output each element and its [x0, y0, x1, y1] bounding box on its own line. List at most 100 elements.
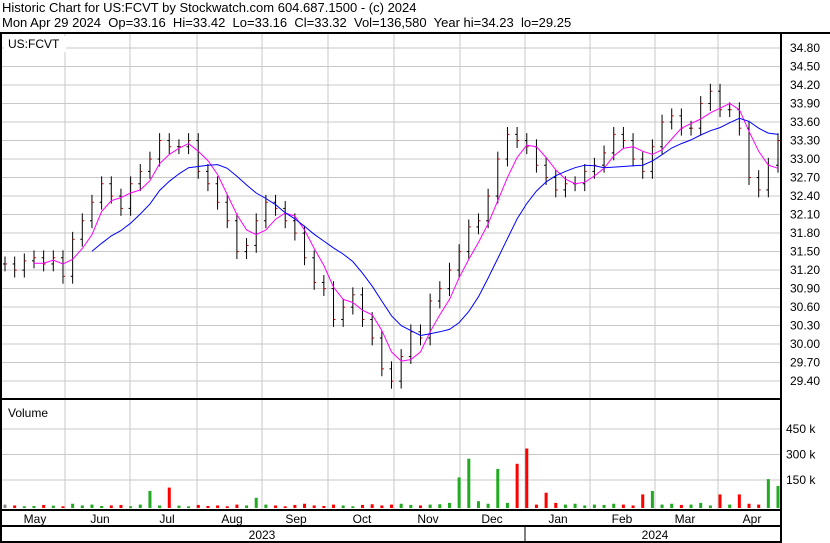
volume-bar [361, 504, 365, 508]
volume-bar [534, 504, 538, 508]
volume-bar [71, 503, 75, 508]
volume-bar [167, 487, 171, 508]
volume-bar [592, 504, 596, 508]
price-tick-label: 30.60 [790, 300, 820, 314]
volume-bar [129, 506, 133, 508]
volume-bar [737, 494, 741, 508]
month-label: Dec [481, 512, 502, 526]
price-tick-label: 33.30 [790, 134, 820, 148]
volume-bar [274, 505, 278, 508]
price-tick-label: 31.80 [790, 226, 820, 240]
volume-bar [757, 504, 761, 508]
price-tick-label: 29.70 [790, 356, 820, 370]
volume-bar [370, 504, 374, 508]
price-tick-label: 33.90 [790, 97, 820, 111]
moving-average-short [34, 102, 779, 362]
volume-bar [332, 504, 336, 508]
volume-tick-label: 450 k [786, 422, 816, 436]
volume-bar [496, 468, 500, 508]
volume-bar [689, 504, 693, 508]
volume-bar [728, 504, 732, 508]
price-tick-label: 34.80 [790, 41, 820, 55]
price-tick-label: 31.50 [790, 245, 820, 259]
price-tick-label: 30.00 [790, 337, 820, 351]
year-label: 2023 [249, 528, 276, 542]
volume-bar [641, 494, 645, 508]
price-tick-label: 30.30 [790, 319, 820, 333]
volume-bar [457, 477, 461, 508]
volume-bar [399, 503, 403, 508]
volume-bar [303, 503, 307, 508]
volume-bar [216, 505, 220, 508]
volume-bar [699, 502, 703, 508]
volume-bar [351, 506, 355, 508]
volume-bar [438, 504, 442, 508]
month-label: May [24, 512, 47, 526]
moving-average-long [91, 117, 779, 337]
volume-bar [766, 479, 770, 508]
volume-bar [51, 505, 55, 508]
volume-bar [61, 506, 65, 508]
volume-bar [467, 458, 471, 508]
volume-bar [679, 504, 683, 508]
volume-tick-label: 300 k [786, 448, 816, 462]
volume-bar [138, 504, 142, 508]
volume-bar [254, 497, 258, 508]
volume-bar [718, 494, 722, 508]
price-tick-label: 29.40 [790, 374, 820, 388]
volume-bar [187, 506, 191, 508]
volume-bar [418, 505, 422, 508]
volume-bar [660, 504, 664, 508]
volume-bar [100, 505, 104, 508]
volume-bar [573, 503, 577, 508]
volume-bar [196, 504, 200, 508]
volume-bar [563, 504, 567, 508]
month-label: Jun [90, 512, 109, 526]
volume-bar [119, 504, 123, 508]
volume-bar [312, 505, 316, 508]
price-tick-label: 34.50 [790, 60, 820, 74]
volume-bar [13, 505, 17, 508]
volume-bar [42, 504, 46, 508]
volume-bar [390, 504, 393, 508]
chart-canvas: 34.80 34.50 34.20 33.90 33.60 33.30 33.00 32.70… [0, 32, 830, 543]
month-label: Jul [159, 512, 174, 526]
volume-tick-label: 150 k [786, 473, 816, 487]
volume-bar [476, 501, 480, 508]
volume-bar [206, 505, 210, 508]
month-label: Nov [417, 512, 438, 526]
volume-bar [245, 505, 249, 508]
volume-bar [621, 504, 625, 508]
volume-bar [650, 491, 654, 508]
volume-bar [235, 504, 239, 508]
volume-bar [544, 492, 548, 508]
price-tick-label: 33.00 [790, 152, 820, 166]
volume-bar [22, 506, 26, 508]
price-tick-label: 32.70 [790, 171, 820, 185]
volume-bar [90, 504, 94, 508]
volume-bar [631, 505, 635, 508]
month-label: Jan [548, 512, 567, 526]
symbol-label: US:FCVT [8, 37, 60, 51]
volume-bar [612, 503, 616, 508]
volume-bar [293, 504, 297, 508]
stock-chart: Historic Chart for US:FCVT by Stockwatch… [0, 0, 830, 543]
chart-border [0, 32, 782, 543]
volume-bar [486, 503, 490, 508]
year-label: 2024 [642, 528, 669, 542]
volume-bar [602, 504, 606, 508]
volume-bar [447, 502, 451, 508]
volume-bar [225, 506, 229, 508]
volume-bar [264, 504, 268, 508]
volume-bar [515, 463, 519, 508]
volume-bar [158, 505, 162, 508]
price-tick-label: 32.40 [790, 189, 820, 203]
volume-bar [583, 505, 587, 508]
volume-bar [109, 505, 113, 508]
volume-bar [322, 505, 326, 508]
volume-bar [177, 505, 181, 508]
price-tick-label: 34.20 [790, 78, 820, 92]
volume-label: Volume [8, 406, 48, 420]
volume-bar [708, 505, 712, 508]
volume-bar [409, 504, 413, 508]
